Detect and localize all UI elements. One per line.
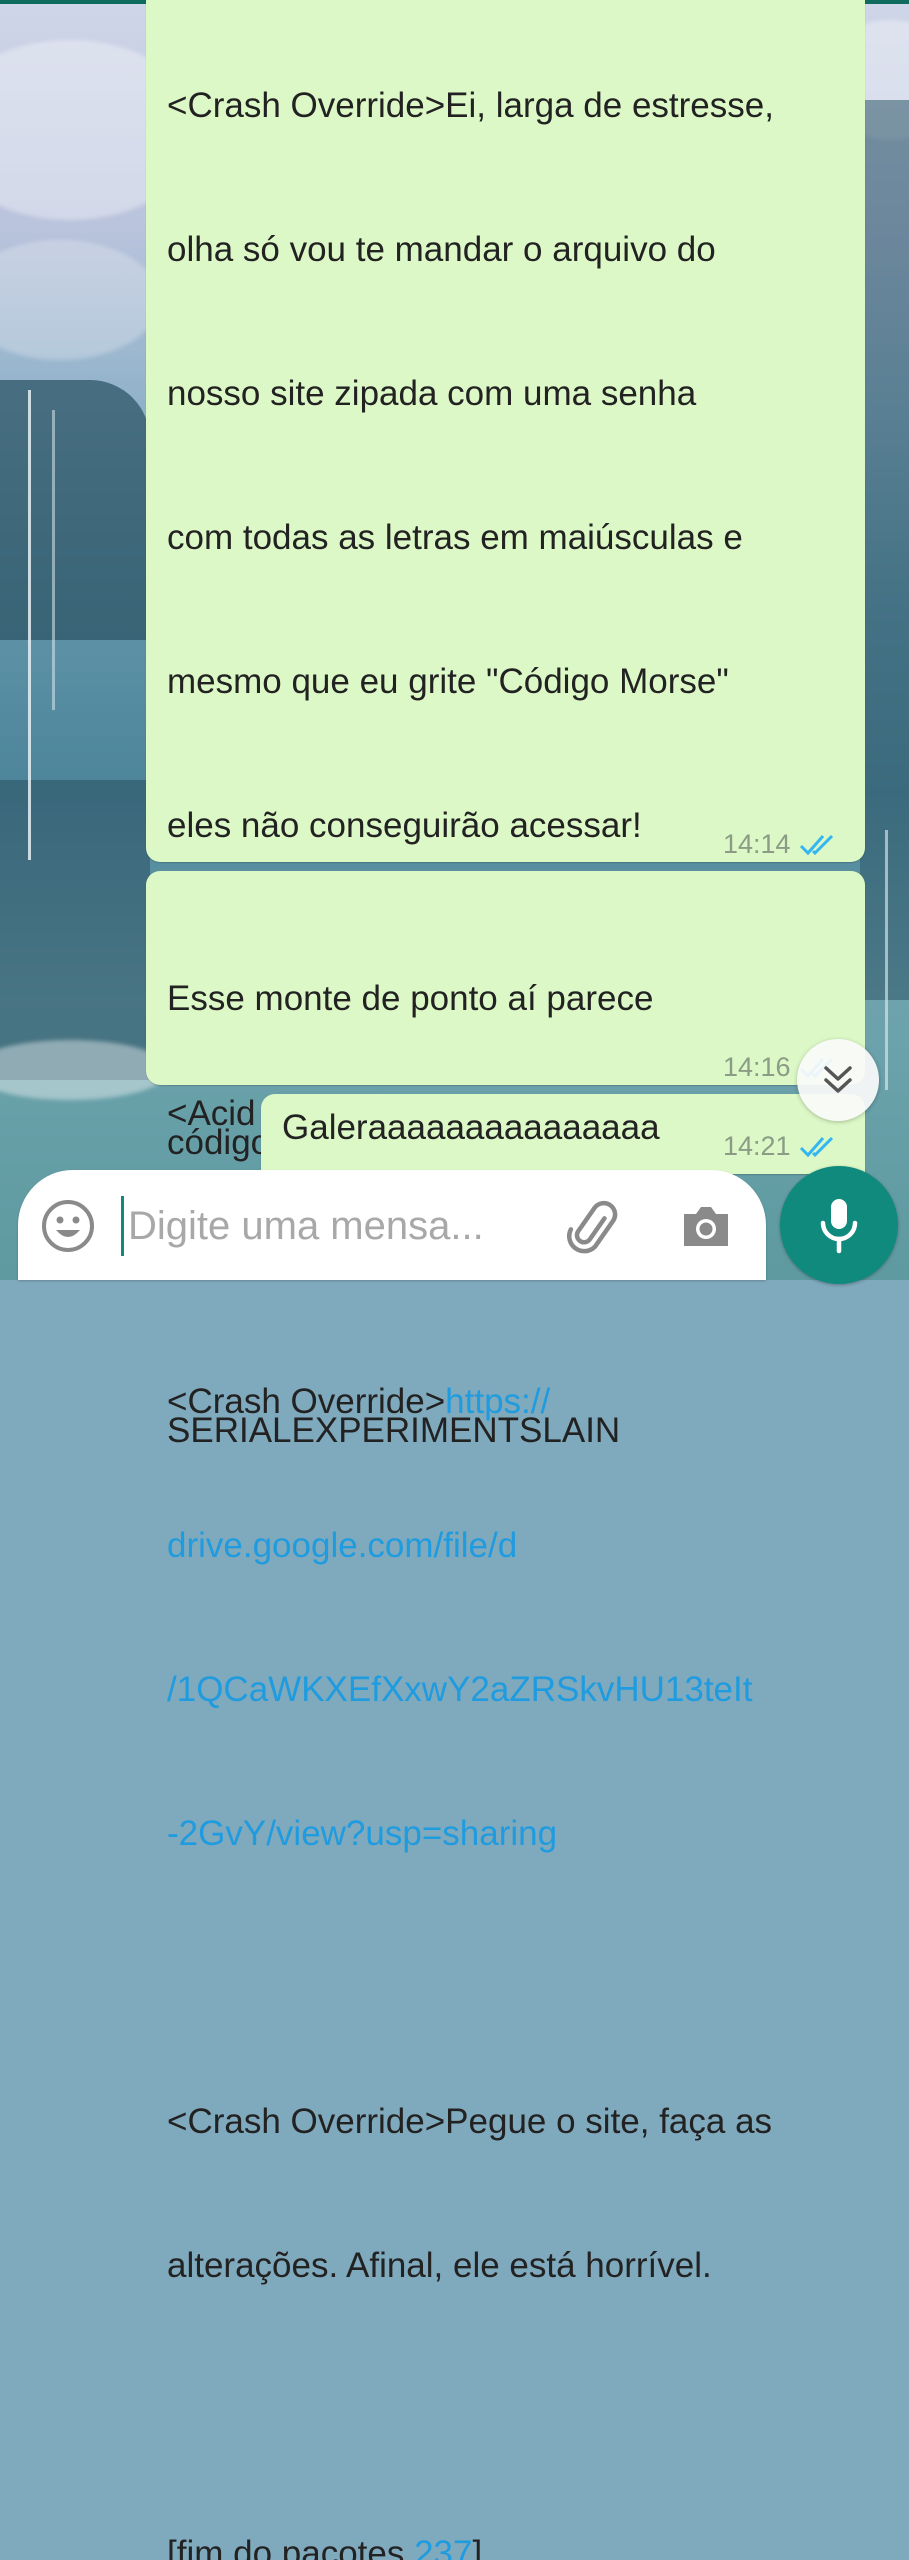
read-ticks-icon [799,1136,833,1158]
message-line: <Crash Override>Pegue o site, faça as [167,2102,773,2141]
message-line [167,1954,774,2002]
message-line: SERIALEXPERIMENTSLAIN [167,1411,621,1450]
message-line: com todas as letras em maiúsculas e [167,518,743,557]
drive-link-continued[interactable]: /1QCaWKXEfXxwY2aZRSkvHU13teIt [167,1666,774,1714]
message-input[interactable]: Digite uma mensa... [128,1198,484,1254]
message-time: 14:21 [723,1131,791,1161]
message-text: Galeraaaaaaaaaaaaaaa [282,1108,660,1147]
message-bubble-outgoing[interactable]: Esse monte de ponto aí parece código mor… [146,871,865,1450]
scroll-to-bottom-button[interactable] [797,1039,879,1121]
message-line: [fim do pacotes 237] [167,2530,774,2560]
paperclip-icon[interactable] [566,1198,626,1258]
message-line: mesmo que eu grite "Código Morse" [167,662,729,701]
message-line [167,2386,774,2434]
message-time: 14:14 [723,829,791,859]
drive-link-continued[interactable]: -2GvY/view?usp=sharing [167,1810,774,1858]
message-line: alterações. Afinal, ele está horrível. [167,2246,712,2285]
message-time: 14:16 [723,1052,791,1082]
read-ticks-icon [799,834,833,856]
voice-message-button[interactable] [780,1166,898,1284]
message-bubble-outgoing[interactable]: Galeraaaaaaaaaaaaaaa 14:21 [261,1094,865,1174]
double-chevron-down-icon [824,1066,852,1093]
inline-number-link[interactable]: 237 [414,2534,472,2560]
message-bubble-outgoing[interactable]: <Crash Override>Ei, larga de estresse, o… [146,0,865,2560]
message-line: <Crash Override>Ei, larga de estresse, [167,86,774,125]
message-line: eles não conseguirão acessar! [167,806,642,845]
message-line: Esse monte de ponto aí parece [167,979,654,1018]
camera-icon[interactable] [678,1198,734,1254]
emoji-icon[interactable] [40,1198,96,1254]
message-meta: 14:21 [723,1122,841,1170]
microphone-icon [820,1199,858,1254]
message-line: olha só vou te mandar o arquivo do [167,230,716,269]
message-meta: 14:14 [723,820,841,868]
message-line: nosso site zipada com uma senha [167,374,697,413]
text-cursor [121,1196,124,1256]
